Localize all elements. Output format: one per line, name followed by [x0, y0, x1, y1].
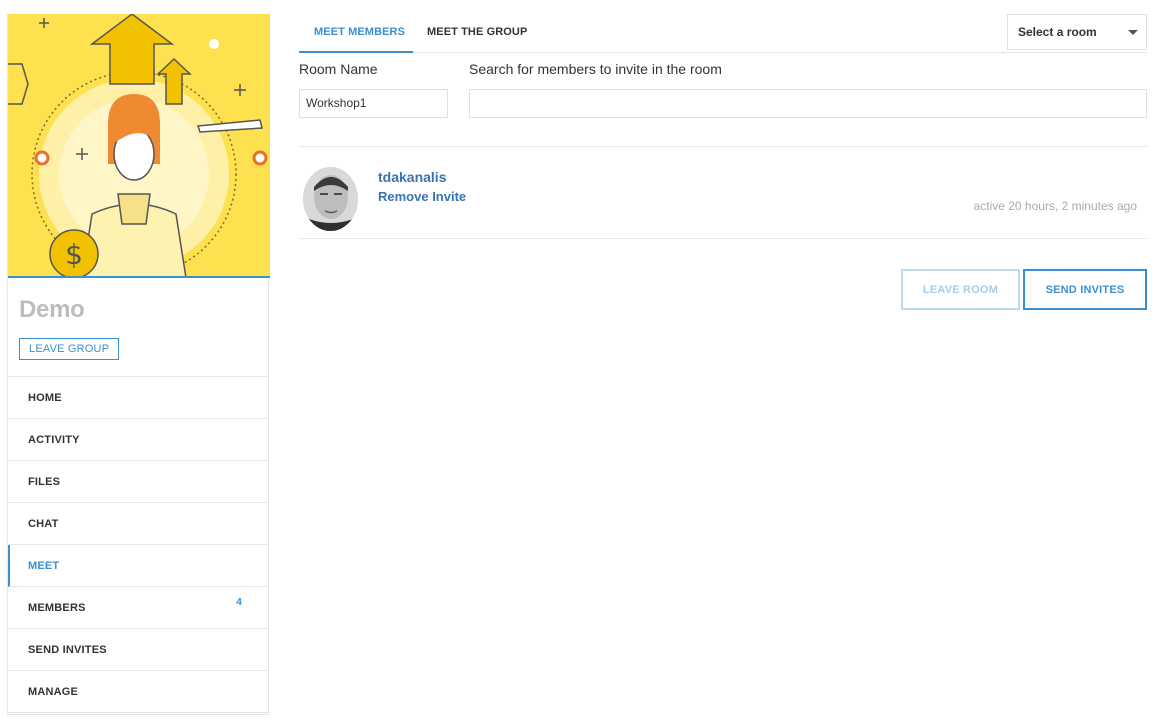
remove-invite-link[interactable]: Remove Invite — [378, 189, 466, 204]
nav-item-label: FILES — [28, 476, 61, 488]
nav-item-label: SEND INVITES — [28, 644, 107, 656]
divider — [299, 146, 1147, 147]
search-members-label: Search for members to invite in the room — [469, 61, 722, 77]
send-invites-button[interactable]: SEND INVITES — [1023, 269, 1147, 310]
nav-item-send-invites[interactable]: SEND INVITES — [8, 629, 268, 671]
member-last-active: active 20 hours, 2 minutes ago — [973, 199, 1137, 213]
room-select-dropdown[interactable]: Select a room — [1007, 14, 1147, 50]
nav-item-label: HOME — [28, 392, 62, 404]
room-select-value: Select a room — [1018, 25, 1097, 39]
leave-room-button[interactable]: LEAVE ROOM — [901, 269, 1020, 310]
member-name-link[interactable]: tdakanalis — [378, 169, 446, 185]
room-name-label: Room Name — [299, 61, 378, 77]
group-header: Demo LEAVE GROUP — [8, 278, 268, 377]
nav-item-label: CHAT — [28, 518, 59, 530]
cover-illustration: $ — [8, 14, 270, 276]
divider — [299, 238, 1147, 239]
nav-item-label: MANAGE — [28, 686, 79, 698]
tab-meet-the-group[interactable]: MEET THE GROUP — [427, 14, 527, 53]
group-cover-image: $ — [8, 14, 270, 278]
search-members-input[interactable] — [469, 89, 1147, 118]
leave-group-button[interactable]: LEAVE GROUP — [19, 338, 120, 360]
nav-item-meet[interactable]: MEET — [8, 545, 268, 587]
nav-item-home[interactable]: HOME — [8, 377, 268, 419]
group-nav: HOME ACTIVITY FILES CHAT MEET MEMBERS 4 S… — [8, 377, 268, 713]
nav-item-label: MEMBERS — [28, 602, 86, 614]
user-avatar-icon — [303, 167, 358, 231]
nav-item-manage[interactable]: MANAGE — [8, 671, 268, 713]
group-sidebar: $ Demo LEAVE GROUP HOME ACTIVITY FILES C… — [7, 14, 270, 715]
group-name: Demo — [19, 296, 85, 323]
chevron-down-icon — [1128, 30, 1138, 35]
tab-meet-members[interactable]: MEET MEMBERS — [299, 14, 413, 53]
nav-item-label: ACTIVITY — [28, 434, 80, 446]
room-name-input[interactable]: Workshop1 — [299, 89, 448, 118]
members-count-badge: 4 — [236, 597, 242, 608]
nav-item-label: MEET — [28, 560, 60, 572]
nav-item-chat[interactable]: CHAT — [8, 503, 268, 545]
meet-tabs: MEET MEMBERS MEET THE GROUP Select a roo… — [299, 14, 1147, 53]
member-avatar[interactable] — [303, 167, 358, 231]
svg-text:$: $ — [65, 238, 83, 271]
nav-item-files[interactable]: FILES — [8, 461, 268, 503]
nav-item-members[interactable]: MEMBERS 4 — [8, 587, 268, 629]
nav-item-activity[interactable]: ACTIVITY — [8, 419, 268, 461]
